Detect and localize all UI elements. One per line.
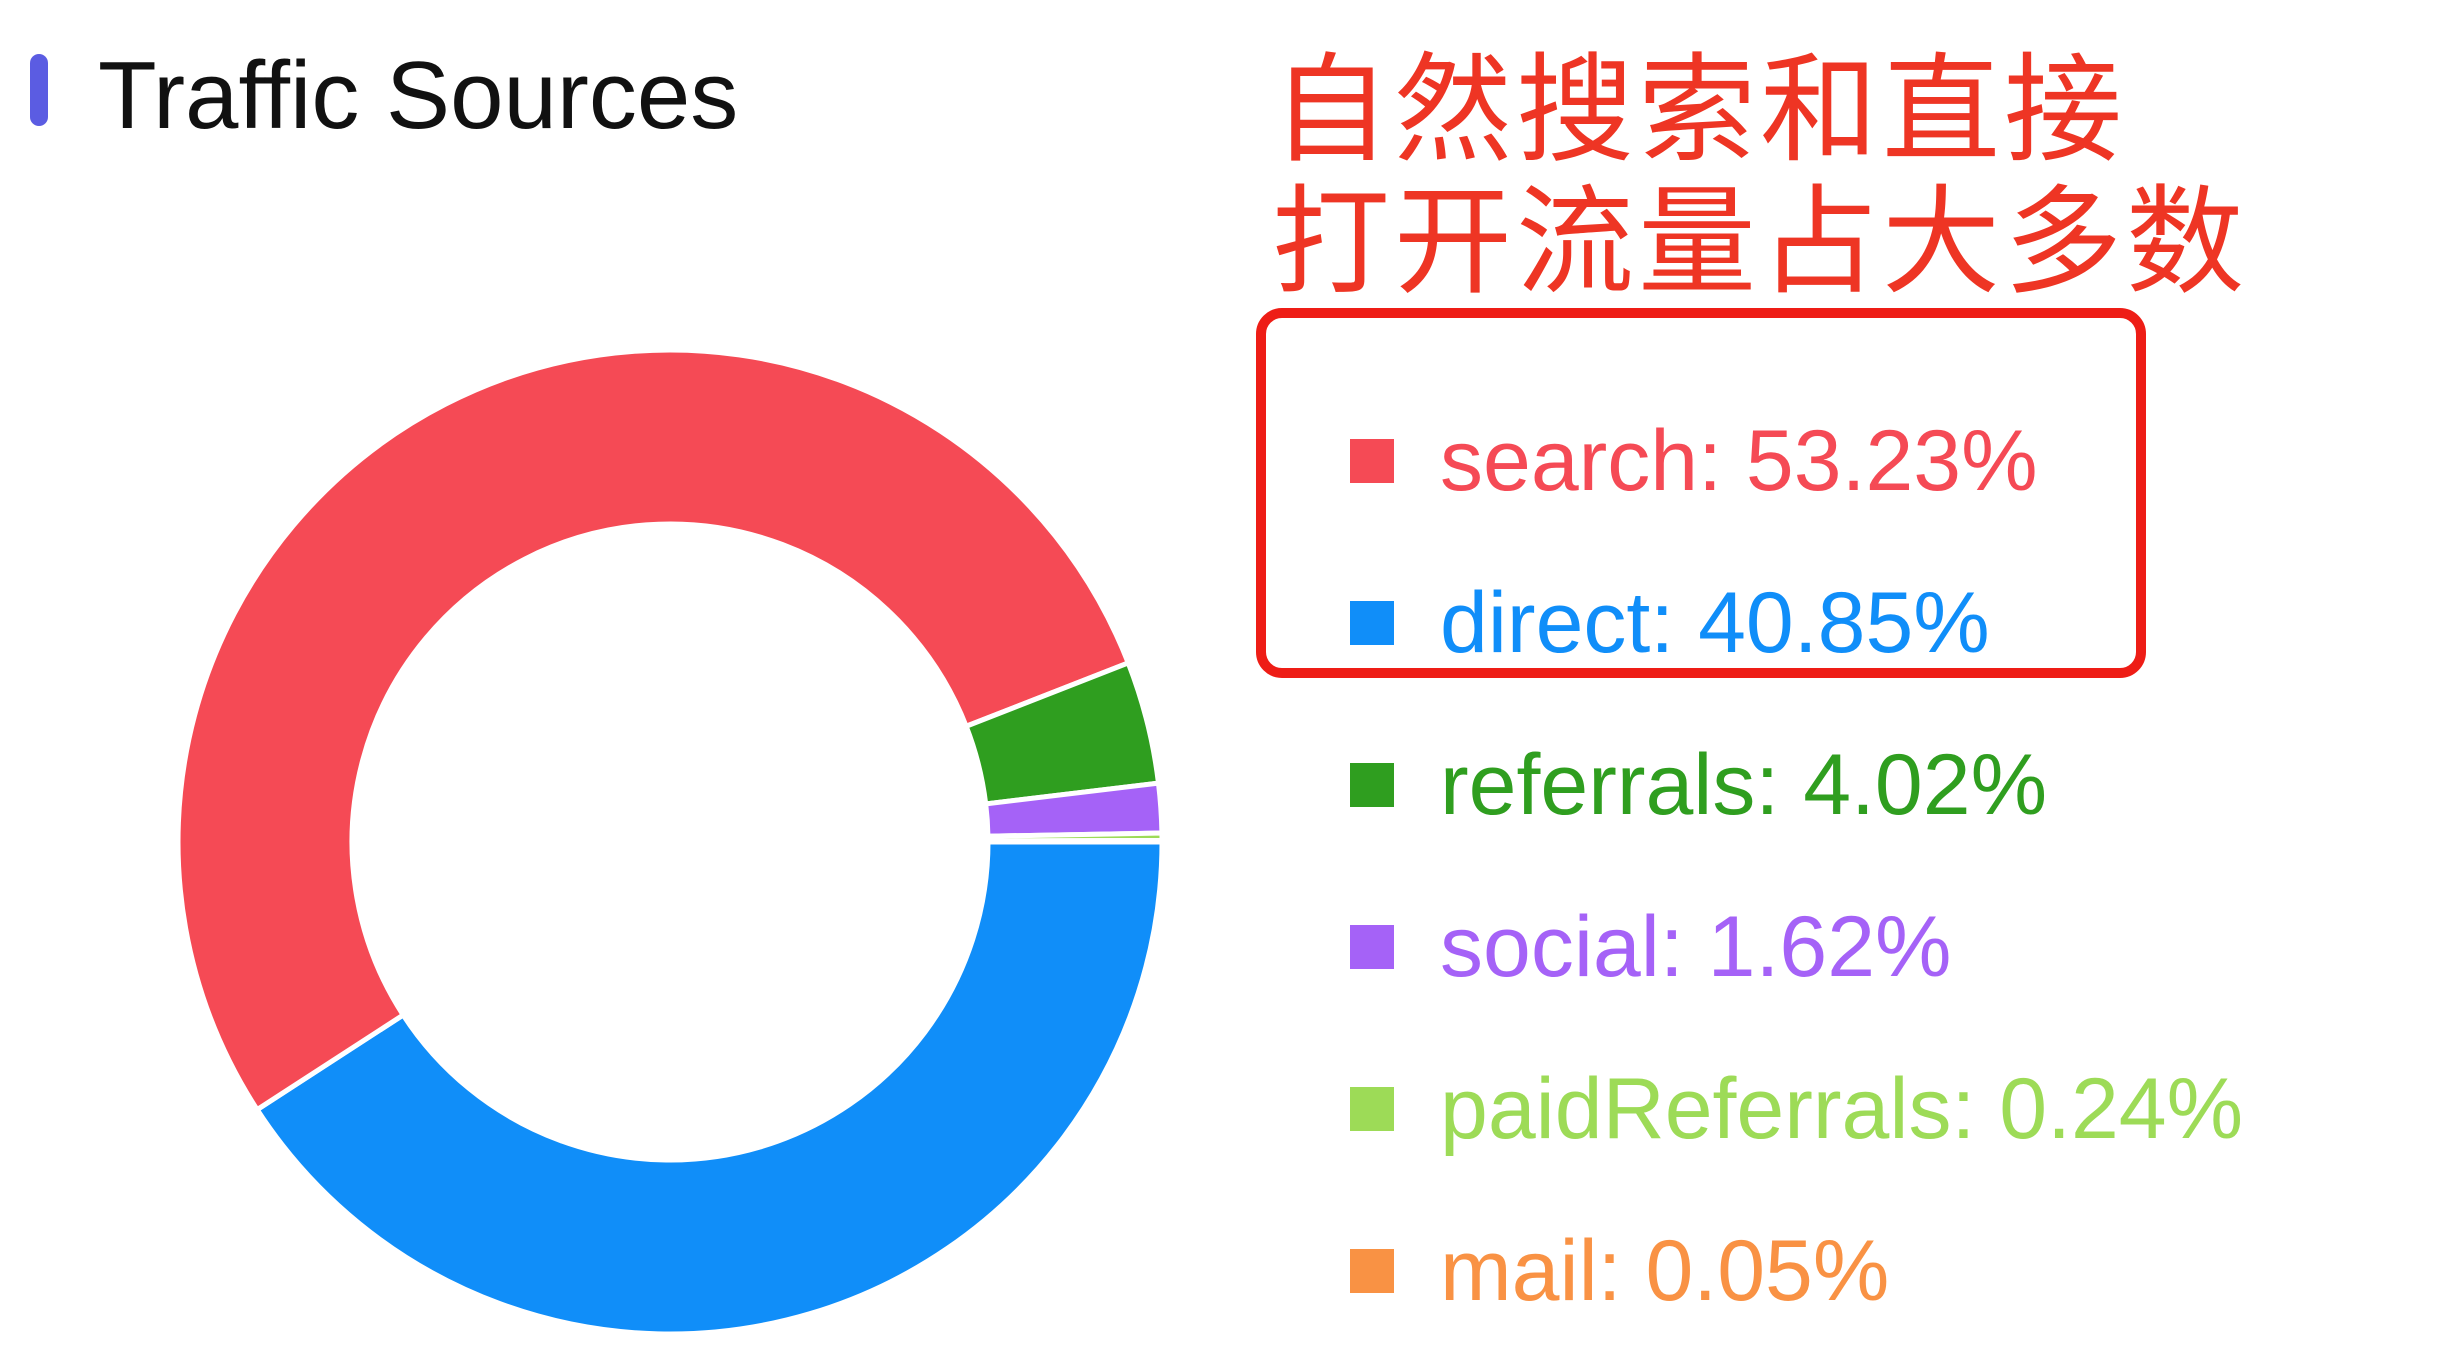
legend-item-referrals[interactable]: referrals: 4.02%: [1350, 704, 2243, 866]
legend-swatch-referrals: [1350, 763, 1394, 807]
legend-swatch-social: [1350, 925, 1394, 969]
legend-label-paidreferrals: paidReferrals: 0.24%: [1440, 1061, 2244, 1157]
legend-swatch-direct: [1350, 601, 1394, 645]
legend-item-mail[interactable]: mail: 0.05%: [1350, 1190, 2243, 1352]
legend-label-mail: mail: 0.05%: [1440, 1223, 1890, 1319]
donut-slice-mail[interactable]: [985, 837, 1165, 845]
chart-legend: search: 53.23% direct: 40.85% referrals:…: [1350, 380, 2243, 1352]
legend-item-direct[interactable]: direct: 40.85%: [1350, 542, 2243, 704]
legend-label-direct: direct: 40.85%: [1440, 575, 1990, 671]
legend-label-social: social: 1.62%: [1440, 899, 1952, 995]
legend-label-search: search: 53.23%: [1440, 413, 2038, 509]
legend-item-search[interactable]: search: 53.23%: [1350, 380, 2243, 542]
legend-label-referrals: referrals: 4.02%: [1440, 737, 2048, 833]
legend-item-social[interactable]: social: 1.62%: [1350, 866, 2243, 1028]
legend-swatch-mail: [1350, 1249, 1394, 1293]
donut-slice-direct[interactable]: [253, 839, 1165, 1337]
legend-swatch-paidreferrals: [1350, 1087, 1394, 1131]
legend-item-paidreferrals[interactable]: paidReferrals: 0.24%: [1350, 1028, 2243, 1190]
legend-swatch-search: [1350, 439, 1394, 483]
